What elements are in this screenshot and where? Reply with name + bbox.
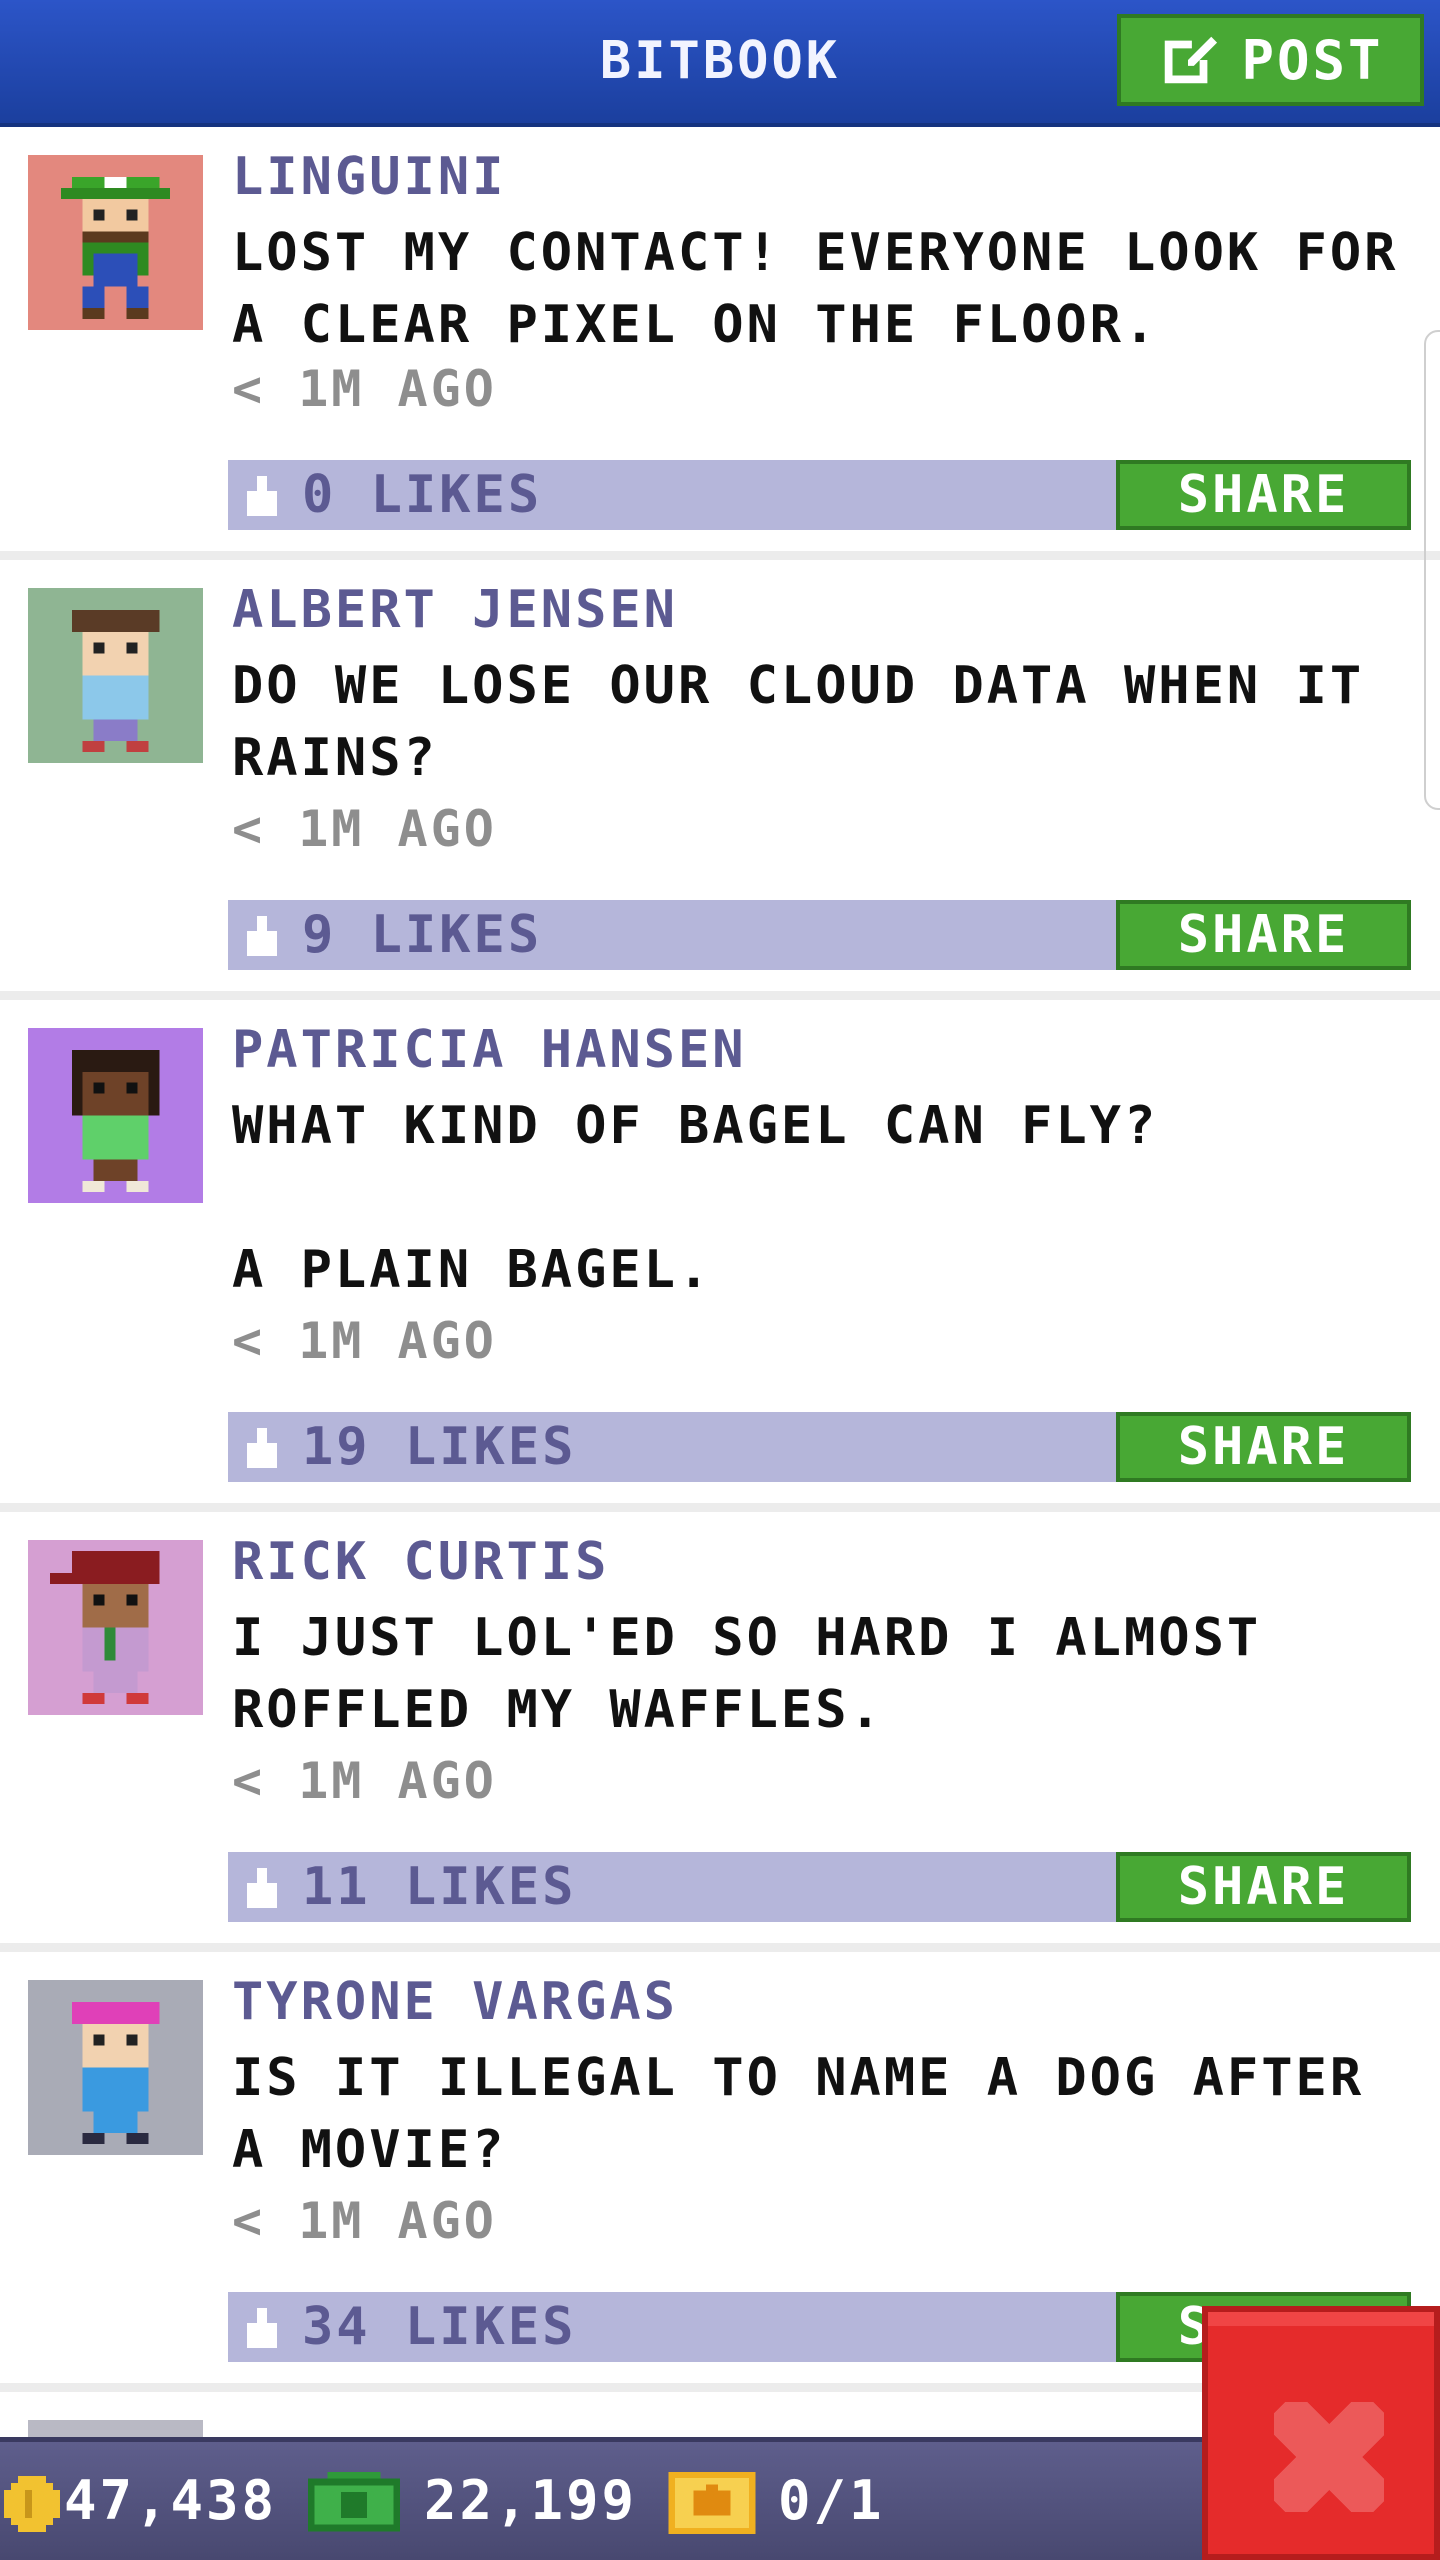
share-button[interactable]: SHARE <box>1116 900 1411 970</box>
avatar[interactable] <box>28 155 203 330</box>
ticket-count: 0/1 <box>778 2469 885 2532</box>
like-count: 9 LIKES <box>302 905 543 965</box>
like-bar: 19 LIKES SHARE <box>228 1412 1411 1482</box>
post-time: < 1M AGO <box>232 2192 497 2250</box>
like-count: 19 LIKES <box>302 1417 577 1477</box>
like-count: 34 LIKES <box>302 2297 577 2357</box>
avatar[interactable] <box>28 1028 203 1203</box>
like-count: 11 LIKES <box>302 1857 577 1917</box>
post-author: LINGUINI <box>232 147 507 207</box>
close-button[interactable] <box>1202 2306 1440 2560</box>
like-bar: 11 LIKES SHARE <box>228 1852 1411 1922</box>
post-time: < 1M AGO <box>232 1312 497 1370</box>
post-message: WHAT KIND OF BAGEL CAN FLY? A PLAIN BAGE… <box>232 1096 1159 1300</box>
feed-post: PATRICIA HANSEN WHAT KIND OF BAGEL CAN F… <box>0 1000 1440 1512</box>
post-message: I JUST LOL'ED SO HARD I ALMOST ROFFLED M… <box>232 1608 1296 1740</box>
feed-post: RICK CURTIS I JUST LOL'ED SO HARD I ALMO… <box>0 1512 1440 1952</box>
thumbs-up-icon[interactable] <box>242 476 282 516</box>
post-message: IS IT ILLEGAL TO NAME A DOG AFTER A MOVI… <box>232 2048 1399 2180</box>
thumbs-up-icon[interactable] <box>242 916 282 956</box>
post-time: < 1M AGO <box>232 1752 497 1810</box>
scrollbar[interactable] <box>1424 330 1440 810</box>
post-message: LOST MY CONTACT! EVERYONE LOOK FOR A CLE… <box>232 223 1433 355</box>
post-feed[interactable]: LINGUINI LOST MY CONTACT! EVERYONE LOOK … <box>0 127 1440 2437</box>
post-time: < 1M AGO <box>232 800 497 858</box>
post-author: RICK CURTIS <box>232 1532 610 1592</box>
avatar[interactable] <box>28 2420 203 2437</box>
app-header: BITBOOK POST <box>0 0 1440 127</box>
avatar[interactable] <box>28 588 203 763</box>
bitbux-icon <box>308 2472 400 2532</box>
thumbs-up-icon[interactable] <box>242 2308 282 2348</box>
share-button[interactable]: SHARE <box>1116 460 1411 530</box>
like-bar: 9 LIKES SHARE <box>228 900 1411 970</box>
share-button[interactable]: SHARE <box>1116 1412 1411 1482</box>
post-button-label: POST <box>1241 28 1384 92</box>
feed-post: LINGUINI LOST MY CONTACT! EVERYONE LOOK … <box>0 127 1440 560</box>
avatar[interactable] <box>28 1540 203 1715</box>
like-bar: 0 LIKES SHARE <box>228 460 1411 530</box>
thumbs-up-icon[interactable] <box>242 1428 282 1468</box>
post-button[interactable]: POST <box>1117 14 1424 106</box>
share-button[interactable]: SHARE <box>1116 1852 1411 1922</box>
avatar[interactable] <box>28 1980 203 2155</box>
feed-post: ALBERT JENSEN DO WE LOSE OUR CLOUD DATA … <box>0 560 1440 1000</box>
post-author: ALBERT JENSEN <box>232 580 678 640</box>
post-author: PATRICIA HANSEN <box>232 1020 747 1080</box>
coin-icon <box>4 2476 60 2532</box>
coin-count: 47,438 <box>64 2469 278 2532</box>
like-count: 0 LIKES <box>302 465 543 525</box>
bux-count: 22,199 <box>424 2469 638 2532</box>
post-author: TYRONE VARGAS <box>232 1972 678 2032</box>
edit-icon <box>1165 36 1218 84</box>
thumbs-up-icon[interactable] <box>242 1868 282 1908</box>
post-message: DO WE LOSE OUR CLOUD DATA WHEN IT RAINS? <box>232 656 1399 788</box>
post-time: < 1M AGO <box>232 360 497 418</box>
vip-ticket-icon <box>668 2472 756 2534</box>
close-icon <box>1274 2402 1384 2512</box>
